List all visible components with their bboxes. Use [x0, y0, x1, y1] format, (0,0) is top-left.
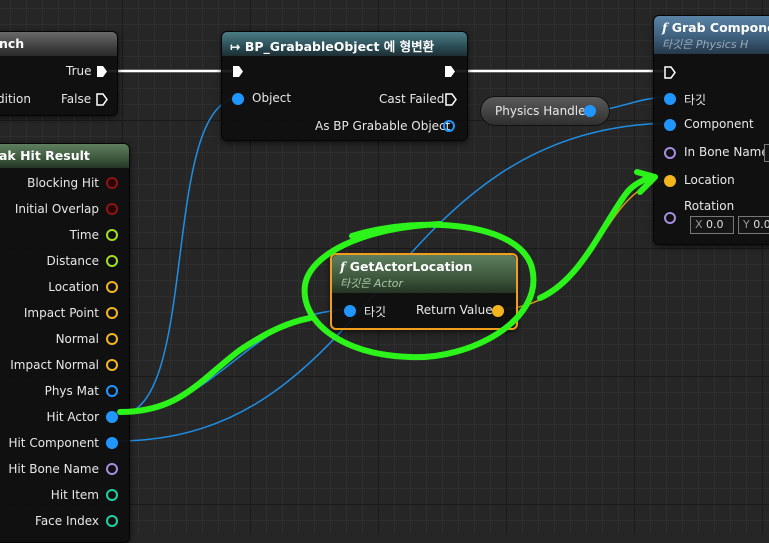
highlight-circle-annotation: [301, 221, 537, 361]
highlight-arrow-out: [537, 174, 653, 301]
annotation-layer: [117, 169, 658, 415]
highlight-arrow-in: [117, 315, 313, 415]
